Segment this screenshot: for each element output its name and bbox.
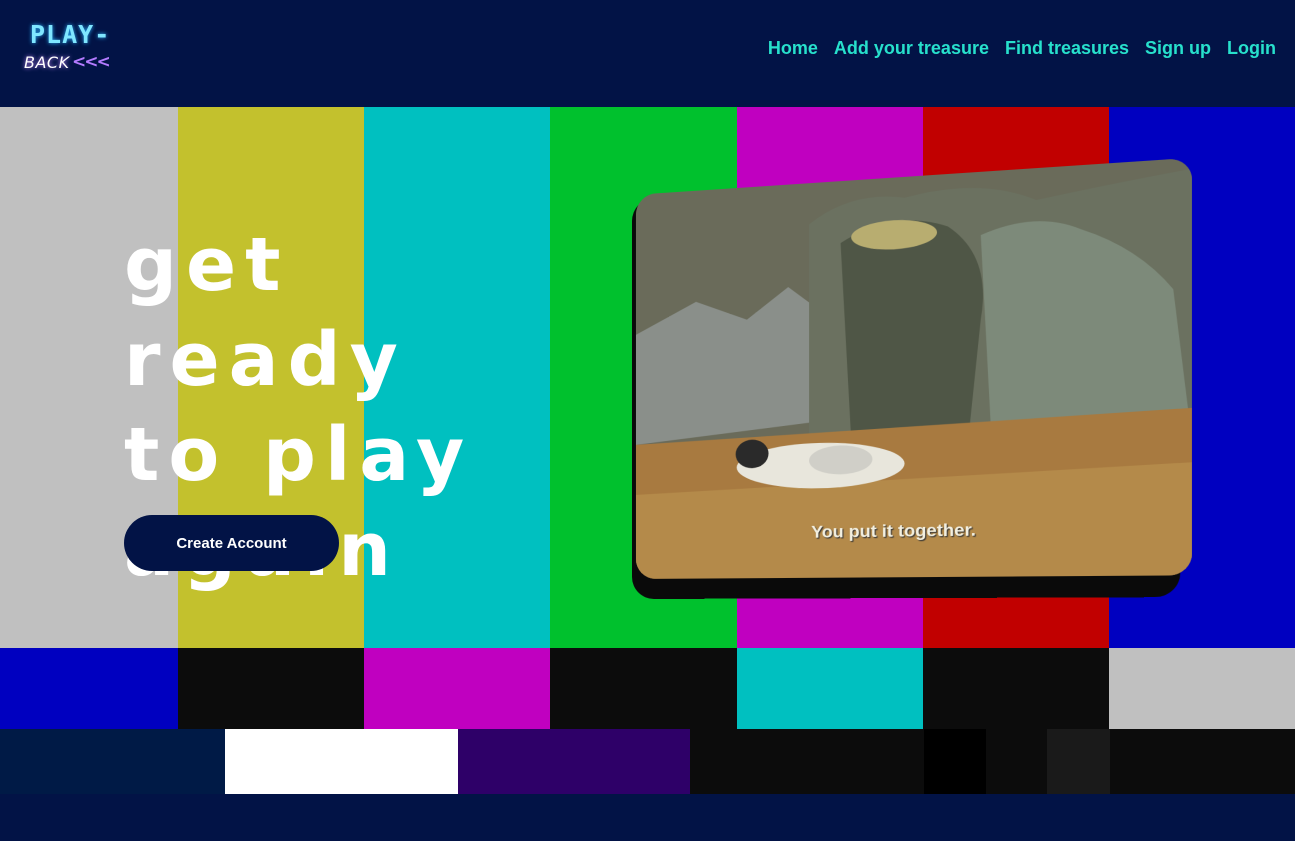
logo-wordmark-bottom: BACK [24,53,70,72]
color-bar-middle [737,648,923,729]
nav-home-link[interactable]: Home [768,38,818,59]
headline-line: get ready [124,222,407,403]
color-bar-middle [923,648,1109,729]
color-bar-middle [178,648,364,729]
playback-logo[interactable]: PLAY- BACK <<< [22,20,114,76]
rewind-arrows-icon: <<< [72,52,111,72]
color-bar-middle [364,648,550,729]
color-bar-bottom [0,729,225,794]
logo-wordmark-top: PLAY- [30,20,111,49]
color-bar-middle [550,648,737,729]
video-player[interactable]: You put it together. [632,153,1197,599]
nav-find-treasures-link[interactable]: Find treasures [1005,38,1129,59]
color-bar-bottom [1110,729,1295,794]
color-bar-bottom [225,729,458,794]
headline-line: to play [124,412,474,498]
main-nav: Home Add your treasure Find treasures Si… [768,38,1276,59]
create-account-button[interactable]: Create Account [124,515,339,571]
video-frame[interactable]: You put it together. [635,157,1192,579]
site-header: PLAY- BACK <<< Home Add your treasure Fi… [0,0,1295,107]
nav-sign-up-link[interactable]: Sign up [1145,38,1211,59]
video-still-image [635,157,1192,579]
color-bar-bottom [690,729,924,794]
color-bar-middle [0,648,178,729]
color-bar-bottom [986,729,1047,794]
color-bar-middle [1109,648,1295,729]
color-bar-bottom [458,729,690,794]
nav-login-link[interactable]: Login [1227,38,1276,59]
video-subtitle: You put it together. [811,519,976,542]
color-bar-bottom [1047,729,1110,794]
nav-add-treasure-link[interactable]: Add your treasure [834,38,989,59]
color-bar-bottom [924,729,986,794]
